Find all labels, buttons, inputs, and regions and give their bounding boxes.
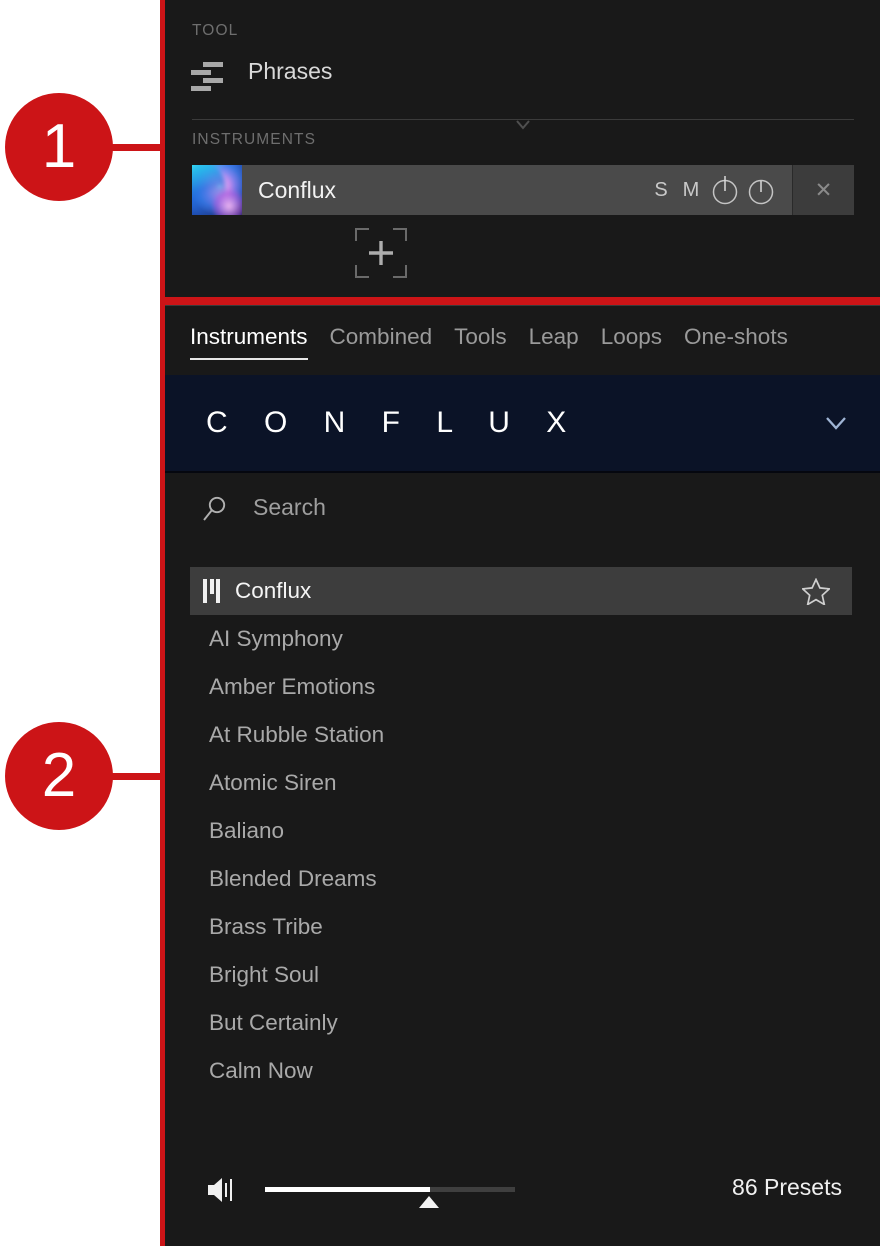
search-input[interactable] [253,489,753,525]
preset-name: Blended Dreams [209,866,377,891]
preset-name: Amber Emotions [209,674,376,699]
tab-leap[interactable]: Leap [529,324,579,360]
tool-and-instruments-panel: TOOL Phrases ✕ INSTRU [165,0,880,297]
preset-item[interactable]: Calm Now [190,1047,852,1095]
search-bar [165,475,880,541]
section-divider[interactable] [192,117,854,131]
browser-panel: Instruments Combined Tools Leap Loops On… [165,305,880,1246]
tool-row[interactable]: Phrases ✕ [165,52,880,100]
instrument-name-label: Conflux [258,176,336,203]
chevron-down-icon[interactable] [515,118,531,130]
tab-combined[interactable]: Combined [330,324,433,360]
speaker-icon[interactable] [207,1176,241,1204]
tool-section-label: TOOL [192,22,239,39]
preset-item[interactable]: AI Symphony [190,615,852,663]
volume-slider-filled[interactable] [265,1187,430,1192]
piano-keys-icon [203,579,225,603]
preset-name: But Certainly [209,1010,338,1035]
volume-knob[interactable] [744,173,778,207]
add-instrument-button[interactable] [355,228,407,278]
preset-count-label: 86 Presets [732,1174,842,1200]
search-icon [201,495,229,523]
preset-item[interactable]: But Certainly [190,999,852,1047]
preset-item[interactable]: At Rubble Station [190,711,852,759]
preset-item[interactable]: Brass Tribe [190,903,852,951]
product-banner[interactable]: C O N F L U X [165,375,880,473]
instrument-thumbnail [192,165,242,215]
instruments-section-label: INSTRUMENTS [192,131,317,148]
chevron-down-icon[interactable] [825,415,847,431]
pan-knob[interactable] [708,173,742,207]
tab-instruments[interactable]: Instruments [190,324,308,360]
callout-2-leader-line [110,773,170,780]
preset-item[interactable]: Bright Soul [190,951,852,999]
callout-2-badge: 2 [5,722,113,830]
callout-1-badge: 1 [5,93,113,201]
browser-tabbar: Instruments Combined Tools Leap Loops On… [165,305,880,375]
callout-1-number: 1 [41,112,77,181]
star-outline-icon[interactable] [800,576,832,606]
tab-one-shots[interactable]: One-shots [684,324,788,360]
preset-name: At Rubble Station [209,722,385,747]
tab-loops[interactable]: Loops [601,324,662,360]
volume-slider-track[interactable] [430,1187,515,1192]
preset-name: Baliano [209,818,285,843]
screenshot-root: 1 2 TOOL Phrases ✕ [0,0,880,1246]
callout-1-leader-line [110,144,170,151]
phrases-icon [191,60,223,91]
preset-name: Calm Now [209,1058,313,1083]
tab-tools[interactable]: Tools [454,324,507,360]
mute-button[interactable]: M [676,179,706,202]
solo-button[interactable]: S [646,179,676,202]
preset-name: Brass Tribe [209,914,323,939]
preset-name: Bright Soul [209,962,320,987]
product-logo-text: C O N F L U X [206,406,581,439]
callout-2-number: 2 [41,741,77,810]
preset-item[interactable]: Blended Dreams [190,855,852,903]
instrument-body[interactable]: Conflux S M [242,165,792,215]
preset-item[interactable]: Atomic Siren [190,759,852,807]
instrument-row[interactable]: Conflux S M ✕ [192,165,854,215]
instrument-controls: S M [646,165,778,215]
preset-list: Conflux AI Symphony Amber Emotions At Ru… [165,567,880,1132]
preset-name: AI Symphony [209,626,343,651]
tool-name-label: Phrases [248,58,333,84]
preset-name: Conflux [235,578,312,603]
volume-slider-handle[interactable] [419,1196,439,1208]
close-icon: ✕ [814,178,833,202]
tab-list: Instruments Combined Tools Leap Loops On… [190,324,788,360]
preset-item[interactable]: Baliano [190,807,852,855]
preset-name: Atomic Siren [209,770,337,795]
preset-item[interactable]: Amber Emotions [190,663,852,711]
preset-item-selected[interactable]: Conflux [190,567,852,615]
browser-footer: 86 Presets [165,1150,880,1246]
instrument-close-button[interactable]: ✕ [792,165,854,215]
